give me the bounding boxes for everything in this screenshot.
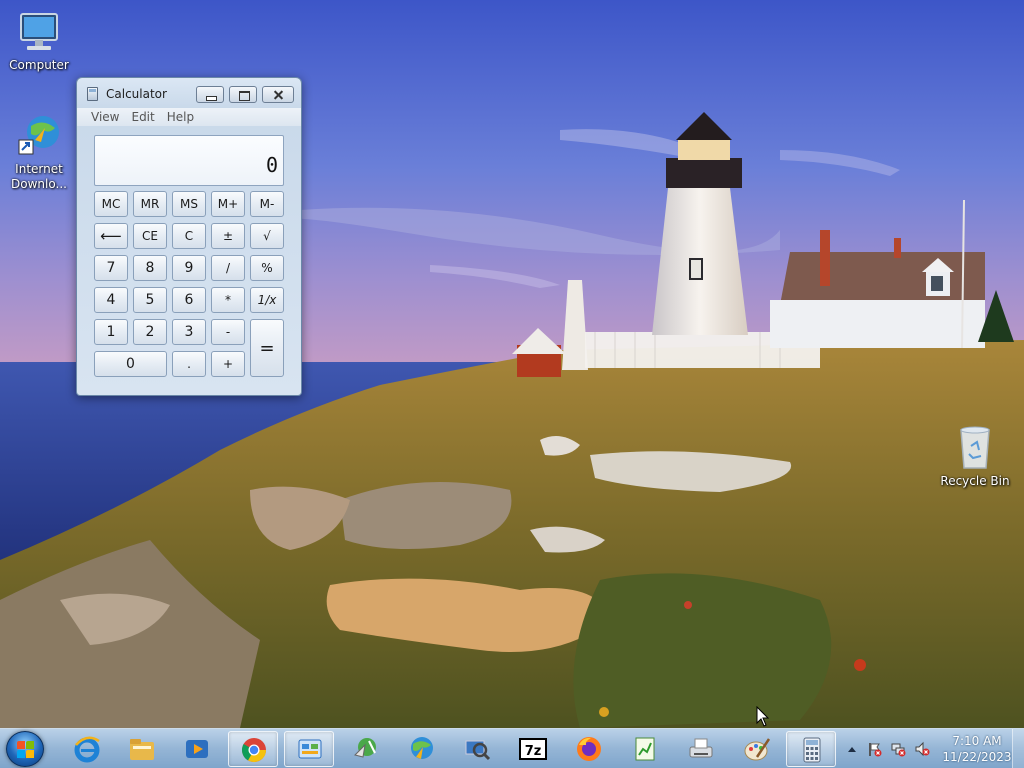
internet-download-manager-icon xyxy=(411,737,433,759)
desktop-icon-recycle-bin[interactable]: Recycle Bin xyxy=(936,424,1014,489)
digit-3-button[interactable]: 3 xyxy=(172,319,206,345)
reciprocal-button[interactable]: 1/x xyxy=(250,287,284,313)
window-title: Calculator xyxy=(106,87,167,101)
display-value: 0 xyxy=(265,153,278,177)
taskbar-network-tool[interactable] xyxy=(340,731,390,767)
notepad-chart-icon xyxy=(635,737,655,761)
taskbar-fax-printer[interactable] xyxy=(676,731,726,767)
digit-2-button[interactable]: 2 xyxy=(133,319,167,345)
subtract-button[interactable]: - xyxy=(211,319,245,345)
divide-button[interactable]: / xyxy=(211,255,245,281)
taskbar-internet-download-manager[interactable] xyxy=(396,731,446,767)
volume-muted-icon[interactable] xyxy=(914,741,930,757)
taskbar-internet-explorer[interactable] xyxy=(62,731,112,767)
paint-icon xyxy=(744,738,771,761)
menu-edit[interactable]: Edit xyxy=(125,108,160,126)
fax-printer-icon xyxy=(689,738,713,758)
multiply-button[interactable]: * xyxy=(211,287,245,313)
calculator-title-bar[interactable]: Calculator xyxy=(77,78,301,108)
equals-button[interactable]: = xyxy=(250,319,284,377)
mouse-cursor-icon xyxy=(756,706,770,727)
clear-button[interactable]: C xyxy=(172,223,206,249)
desktop-icon-internet-download-manager[interactable]: Internet Downlo... xyxy=(0,112,78,192)
digit-1-button[interactable]: 1 xyxy=(94,319,128,345)
show-desktop-button[interactable] xyxy=(1012,729,1024,768)
desktop-icon-label: Recycle Bin xyxy=(940,474,1010,488)
chrome-icon xyxy=(241,738,266,763)
taskbar-chrome[interactable] xyxy=(228,731,278,767)
digit-6-button[interactable]: 6 xyxy=(172,287,206,313)
calculator-window[interactable]: Calculator View Edit Help 0 MC MR MS M+ … xyxy=(76,77,302,396)
percent-button[interactable]: % xyxy=(250,255,284,281)
action-center-flag-icon[interactable] xyxy=(866,741,882,757)
taskbar: 7z 7:10 AM 11/22/2023 xyxy=(0,728,1024,768)
desktop-icon-computer[interactable]: Computer xyxy=(0,8,78,73)
square-root-button[interactable]: √ xyxy=(250,223,284,249)
decimal-button[interactable]: . xyxy=(172,351,206,377)
digit-4-button[interactable]: 4 xyxy=(94,287,128,313)
taskbar-calculator[interactable] xyxy=(786,731,836,767)
memory-subtract-button[interactable]: M- xyxy=(250,191,284,217)
digit-7-button[interactable]: 7 xyxy=(94,255,128,281)
memory-add-button[interactable]: M+ xyxy=(211,191,245,217)
digit-9-button[interactable]: 9 xyxy=(172,255,206,281)
network-icon[interactable] xyxy=(890,741,906,757)
maximize-button[interactable] xyxy=(229,86,257,103)
taskbar-paint[interactable] xyxy=(732,731,782,767)
menu-view[interactable]: View xyxy=(85,108,125,126)
calculator-display: 0 xyxy=(94,135,284,186)
negate-button[interactable]: ± xyxy=(211,223,245,249)
taskbar-control-panel[interactable] xyxy=(284,731,334,767)
network-tool-icon xyxy=(354,738,376,758)
show-hidden-icons-icon[interactable] xyxy=(844,741,860,757)
taskbar-media-player[interactable] xyxy=(172,731,222,767)
calculator-icon xyxy=(87,87,98,101)
system-tray: 7:10 AM 11/22/2023 xyxy=(840,729,1024,768)
digit-8-button[interactable]: 8 xyxy=(133,255,167,281)
taskbar-notepad-chart[interactable] xyxy=(620,731,670,767)
memory-clear-button[interactable]: MC xyxy=(94,191,128,217)
backspace-button[interactable]: ⟵ xyxy=(94,223,128,249)
taskbar-firefox[interactable] xyxy=(564,731,614,767)
7zip-icon: 7z xyxy=(519,738,547,760)
menu-bar: View Edit Help xyxy=(77,108,301,126)
digit-5-button[interactable]: 5 xyxy=(133,287,167,313)
clear-entry-button[interactable]: CE xyxy=(133,223,167,249)
media-player-icon xyxy=(186,740,208,758)
taskbar-file-explorer[interactable] xyxy=(117,731,167,767)
digit-0-button[interactable]: 0 xyxy=(94,351,167,377)
clock-time: 7:10 AM xyxy=(952,734,1002,748)
search-computer-icon xyxy=(465,740,491,761)
clock-date: 11/22/2023 xyxy=(942,750,1012,764)
taskbar-7zip[interactable]: 7z xyxy=(508,731,558,767)
svg-text:7z: 7z xyxy=(525,744,542,759)
memory-store-button[interactable]: MS xyxy=(172,191,206,217)
menu-help[interactable]: Help xyxy=(161,108,200,126)
minimize-button[interactable] xyxy=(196,86,224,103)
start-button[interactable] xyxy=(6,731,44,767)
internet-download-manager-icon xyxy=(15,112,63,160)
computer-icon xyxy=(15,8,63,56)
firefox-icon xyxy=(577,737,601,761)
clock[interactable]: 7:10 AM 11/22/2023 xyxy=(942,733,1012,765)
internet-explorer-icon xyxy=(74,736,100,763)
add-button[interactable]: + xyxy=(211,351,245,377)
close-button[interactable] xyxy=(262,86,294,103)
desktop-icon-label: Computer xyxy=(9,58,69,72)
file-explorer-icon xyxy=(130,739,154,760)
control-panel-icon xyxy=(298,739,322,759)
recycle-bin-icon xyxy=(951,424,999,472)
memory-recall-button[interactable]: MR xyxy=(133,191,167,217)
taskbar-search-computer[interactable] xyxy=(452,731,502,767)
calculator-icon xyxy=(803,737,821,763)
desktop-icon-label: Internet Downlo... xyxy=(11,162,67,191)
